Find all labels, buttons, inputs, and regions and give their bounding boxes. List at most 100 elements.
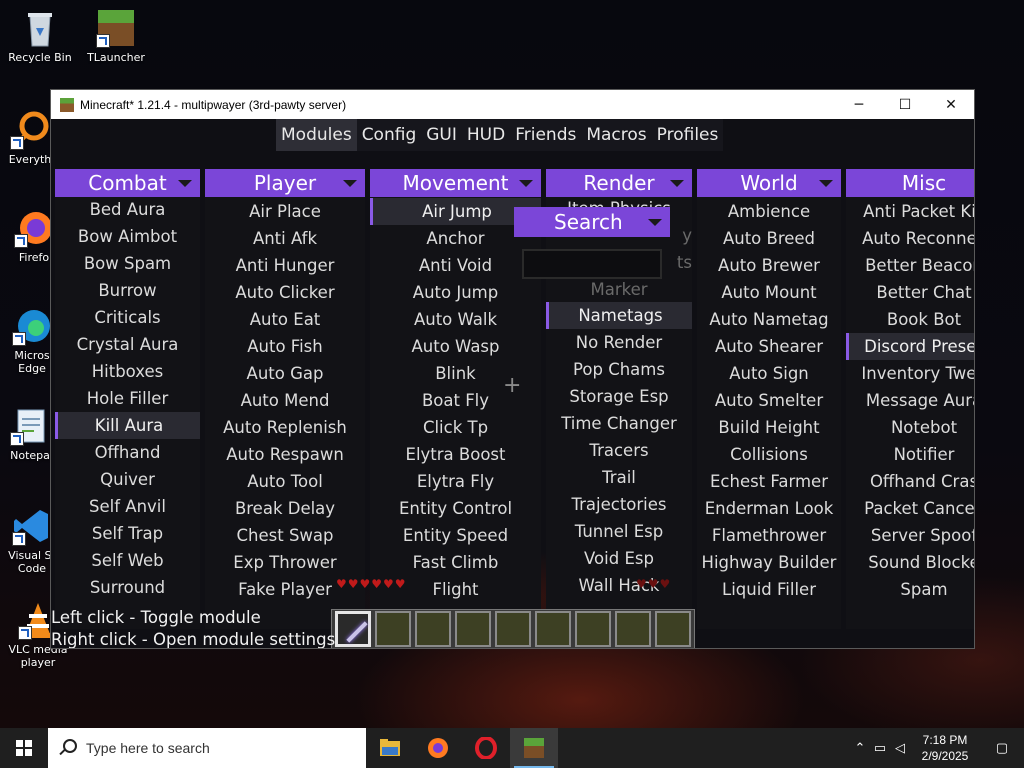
hotbar-slot-4[interactable] <box>455 611 491 647</box>
notifications-icon[interactable]: ▢ <box>980 728 1024 768</box>
firefox-taskbar-button[interactable] <box>414 728 462 768</box>
module-item[interactable]: Anti Afk <box>205 225 365 252</box>
world-header[interactable]: World <box>697 169 841 197</box>
module-item[interactable]: Auto Gap <box>205 360 365 387</box>
module-item[interactable]: Marker <box>546 276 692 303</box>
module-item[interactable]: Anti Packet Kic <box>846 198 974 225</box>
collapse-arrow-icon[interactable] <box>670 180 684 187</box>
module-item[interactable]: Auto Mend <box>205 387 365 414</box>
module-item[interactable]: Auto Sign <box>697 360 841 387</box>
module-item[interactable]: Break Delay <box>205 495 365 522</box>
module-item[interactable]: Auto Mount <box>697 279 841 306</box>
combat-header[interactable]: Combat <box>55 169 200 197</box>
module-item[interactable]: Book Bot <box>846 306 974 333</box>
tab-friends[interactable]: Friends <box>510 119 581 151</box>
module-item[interactable]: Nametags <box>546 302 692 329</box>
module-item[interactable]: Tunnel Esp <box>546 518 692 545</box>
module-item[interactable]: Kill Aura <box>55 412 200 439</box>
module-item[interactable]: Auto Smelter <box>697 387 841 414</box>
module-item[interactable]: Chest Swap <box>205 522 365 549</box>
recycle-bin-shortcut[interactable]: Recycle Bin <box>0 8 80 64</box>
hotbar-slot-3[interactable] <box>415 611 451 647</box>
close-button[interactable]: ✕ <box>928 90 974 119</box>
tab-config[interactable]: Config <box>357 119 422 151</box>
module-item[interactable]: Offhand Cras <box>846 468 974 495</box>
hotbar-slot-1[interactable] <box>335 611 371 647</box>
maximize-button[interactable]: ☐ <box>882 90 928 119</box>
chevron-up-icon[interactable]: ⌃ <box>850 728 870 768</box>
module-item[interactable]: Self Trap <box>55 520 200 547</box>
game-viewport[interactable]: Modules Config GUI HUD Friends Macros Pr… <box>51 119 974 648</box>
start-button[interactable] <box>0 728 48 768</box>
module-item[interactable]: Tracers <box>546 437 692 464</box>
module-item[interactable]: Air Place <box>205 198 365 225</box>
module-item[interactable]: Surround <box>55 574 200 601</box>
module-item[interactable]: Inventory Twea <box>846 360 974 387</box>
player-header[interactable]: Player <box>205 169 365 197</box>
movement-header[interactable]: Movement <box>370 169 541 197</box>
module-item[interactable]: Hole Filler <box>55 385 200 412</box>
search-panel-header[interactable]: Search <box>514 207 670 237</box>
module-item[interactable]: Packet Cancell <box>846 495 974 522</box>
hotbar-slot-2[interactable] <box>375 611 411 647</box>
volume-muted-icon[interactable]: ◁ <box>890 728 910 768</box>
module-item[interactable]: Trajectories <box>546 491 692 518</box>
module-item[interactable]: Auto Replenish <box>205 414 365 441</box>
tab-gui[interactable]: GUI <box>421 119 462 151</box>
module-item[interactable]: Hitboxes <box>55 358 200 385</box>
module-item[interactable]: Void Esp <box>546 545 692 572</box>
module-item[interactable]: Sound Blocke <box>846 549 974 576</box>
module-item[interactable]: Auto Fish <box>205 333 365 360</box>
module-item[interactable]: Auto Shearer <box>697 333 841 360</box>
collapse-arrow-icon[interactable] <box>648 219 662 226</box>
module-item[interactable]: Flamethrower <box>697 522 841 549</box>
module-item[interactable]: Auto Brewer <box>697 252 841 279</box>
module-item[interactable]: Build Height <box>697 414 841 441</box>
module-item[interactable]: Elytra Boost <box>370 441 541 468</box>
module-item[interactable]: Liquid Filler <box>697 576 841 603</box>
module-item[interactable]: Echest Farmer <box>697 468 841 495</box>
hotbar-slot-7[interactable] <box>575 611 611 647</box>
tab-hud[interactable]: HUD <box>462 119 510 151</box>
module-item[interactable]: Time Changer <box>546 410 692 437</box>
misc-header[interactable]: Misc <box>846 169 974 197</box>
collapse-arrow-icon[interactable] <box>819 180 833 187</box>
module-item[interactable]: Auto Reconnec <box>846 225 974 252</box>
module-item[interactable]: Crystal Aura <box>55 331 200 358</box>
module-item[interactable]: Spam <box>846 576 974 603</box>
module-item[interactable]: Auto Walk <box>370 306 541 333</box>
module-item[interactable]: Auto Eat <box>205 306 365 333</box>
minimize-button[interactable]: ─ <box>836 90 882 119</box>
module-item[interactable]: Click Tp <box>370 414 541 441</box>
network-icon[interactable]: ▭ <box>870 728 890 768</box>
tab-macros[interactable]: Macros <box>581 119 651 151</box>
module-item[interactable]: Bed Aura <box>55 196 200 223</box>
hotbar-slot-6[interactable] <box>535 611 571 647</box>
module-item[interactable]: Anti Void <box>370 252 541 279</box>
module-item[interactable]: Collisions <box>697 441 841 468</box>
module-item[interactable]: Bow Aimbot <box>55 223 200 250</box>
tab-modules[interactable]: Modules <box>276 119 357 151</box>
tlauncher-shortcut[interactable]: TLauncher <box>76 8 156 64</box>
collapse-arrow-icon[interactable] <box>178 180 192 187</box>
opera-taskbar-button[interactable] <box>462 728 510 768</box>
module-item[interactable]: Enderman Look <box>697 495 841 522</box>
module-item[interactable]: Highway Builder <box>697 549 841 576</box>
module-item[interactable]: Message Aura <box>846 387 974 414</box>
collapse-arrow-icon[interactable] <box>519 180 533 187</box>
module-item[interactable]: Burrow <box>55 277 200 304</box>
module-item[interactable]: Auto Clicker <box>205 279 365 306</box>
taskbar-search-box[interactable]: Type here to search <box>48 728 366 768</box>
module-item[interactable]: Ambience <box>697 198 841 225</box>
render-header[interactable]: Render <box>546 169 692 197</box>
module-item[interactable]: Anti Hunger <box>205 252 365 279</box>
hotbar-slot-9[interactable] <box>655 611 691 647</box>
module-item[interactable]: Criticals <box>55 304 200 331</box>
module-item[interactable]: Discord Presen <box>846 333 974 360</box>
module-item[interactable]: Better Beacon <box>846 252 974 279</box>
module-item[interactable]: Better Chat <box>846 279 974 306</box>
module-item[interactable]: Quiver <box>55 466 200 493</box>
module-item[interactable]: Notifier <box>846 441 974 468</box>
clock[interactable]: 7:18 PM 2/9/2025 <box>910 732 980 764</box>
module-item[interactable]: Auto Wasp <box>370 333 541 360</box>
